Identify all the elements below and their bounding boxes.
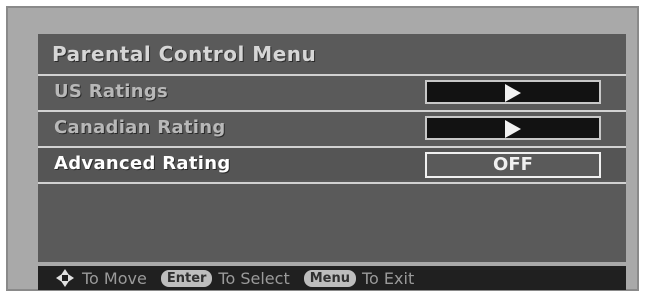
menu-row-label: Advanced Rating xyxy=(54,153,231,174)
select-hint: To Select xyxy=(218,268,290,288)
advanced-rating-value[interactable]: OFF xyxy=(425,152,601,178)
menu-row-label: Canadian Rating xyxy=(54,117,226,138)
canadian-rating-slider[interactable] xyxy=(425,116,601,140)
slider-arrow-icon xyxy=(505,120,521,138)
parental-control-panel: Parental Control Menu US Ratings Canadia… xyxy=(38,34,626,262)
footer-help-bar: To Move Enter To Select Menu To Exit xyxy=(38,266,626,290)
menu-row-canadian-rating[interactable]: Canadian Rating xyxy=(38,112,626,144)
us-ratings-slider[interactable] xyxy=(425,80,601,104)
dpad-icon xyxy=(56,269,74,287)
menu-key-badge: Menu xyxy=(303,269,356,287)
menu-row-label: US Ratings xyxy=(54,81,169,102)
slider-arrow-icon xyxy=(505,84,521,102)
enter-key-badge: Enter xyxy=(160,269,213,287)
menu-row-us-ratings[interactable]: US Ratings xyxy=(38,76,626,108)
exit-hint: To Exit xyxy=(361,268,415,288)
row-divider xyxy=(38,182,626,184)
screen-frame: Parental Control Menu US Ratings Canadia… xyxy=(6,6,639,291)
move-hint: To Move xyxy=(82,268,147,288)
menu-row-advanced-rating[interactable]: Advanced Rating OFF xyxy=(38,148,626,180)
menu-title: Parental Control Menu xyxy=(52,42,317,66)
